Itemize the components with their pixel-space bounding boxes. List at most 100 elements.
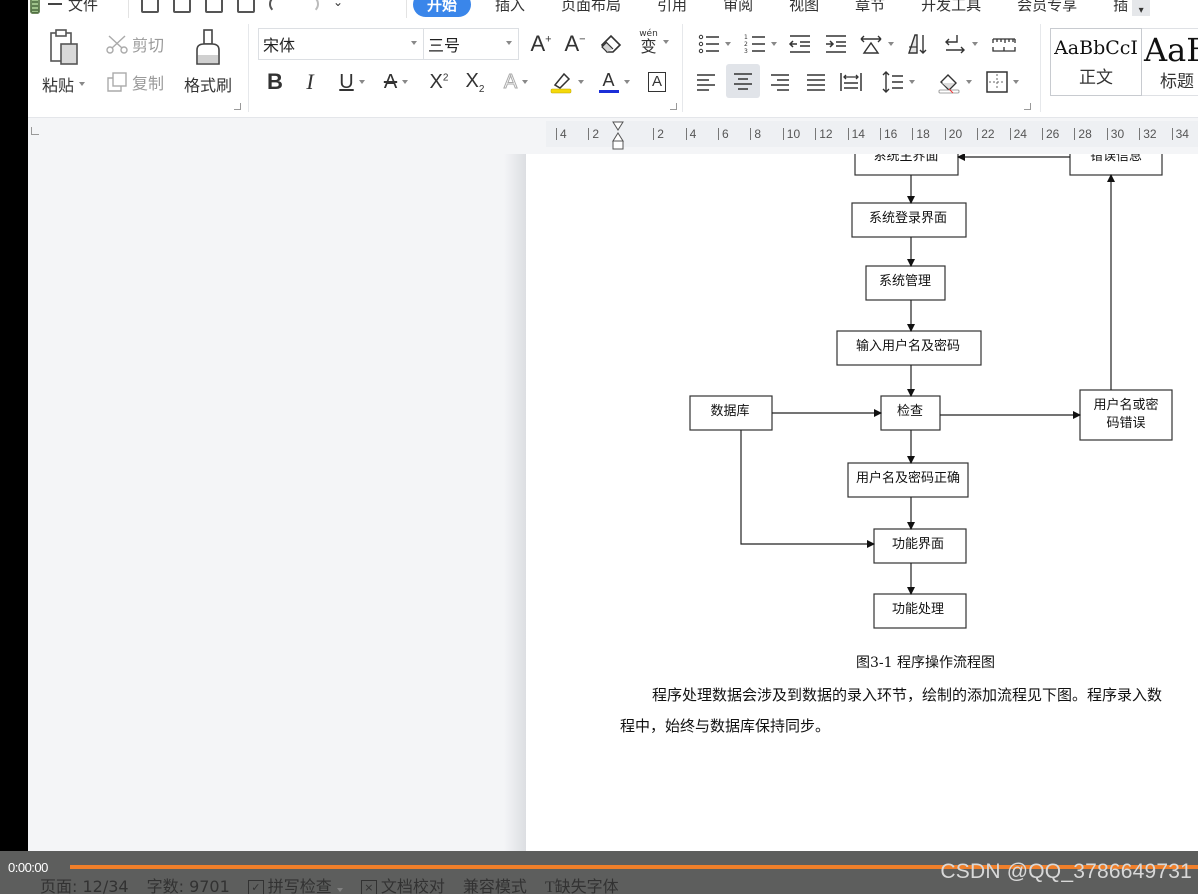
- missing-fonts-button[interactable]: T缺失字体: [545, 873, 619, 894]
- cut-label: 剪切: [132, 36, 165, 55]
- node-function-ui: 功能界面: [873, 528, 967, 564]
- chevron-down-icon: [662, 40, 669, 44]
- tab-insert[interactable]: 插入: [477, 0, 543, 15]
- sort-button[interactable]: [904, 30, 932, 58]
- paste-icon: [49, 29, 78, 65]
- font-dialog-launcher[interactable]: [670, 103, 677, 110]
- doc-proof-button[interactable]: × 文档校对: [360, 873, 445, 894]
- svg-text:检查: 检查: [897, 404, 923, 419]
- underline-button[interactable]: U: [332, 68, 372, 96]
- character-border-button[interactable]: A: [644, 68, 670, 96]
- print-icon[interactable]: [205, 0, 223, 13]
- chevron-down-icon: [971, 42, 978, 46]
- line-spacing-button[interactable]: [878, 66, 918, 98]
- paste-button[interactable]: 粘贴: [42, 28, 86, 96]
- font-color-button[interactable]: A: [594, 68, 634, 96]
- ruler-tick: 18: [912, 127, 929, 141]
- style-normal[interactable]: AaBbCcI 正文: [1050, 28, 1142, 96]
- clear-format-button[interactable]: [598, 30, 624, 58]
- tab-view[interactable]: 视图: [771, 0, 837, 15]
- show-hide-marks-button[interactable]: [940, 30, 980, 58]
- cut-button[interactable]: 剪切: [106, 32, 164, 56]
- node-main-ui: 系统主界面: [854, 154, 959, 176]
- align-right-button[interactable]: [766, 66, 794, 98]
- font-size-select[interactable]: 三号: [423, 28, 519, 60]
- file-menu[interactable]: 文件: [48, 0, 98, 18]
- paragraph-dialog-launcher[interactable]: [1024, 103, 1031, 110]
- chevron-down-icon: [724, 42, 731, 46]
- decrease-indent-button[interactable]: [786, 30, 814, 58]
- highlighter-icon: [550, 72, 571, 94]
- page-edge: [504, 154, 526, 854]
- numbering-button[interactable]: 123: [742, 30, 778, 58]
- tab-references[interactable]: 引用: [639, 0, 705, 15]
- strikethrough-button[interactable]: A: [376, 68, 416, 96]
- align-left-button[interactable]: [692, 66, 720, 98]
- shading-button[interactable]: [934, 66, 974, 98]
- text-effect-button[interactable]: A: [498, 68, 534, 96]
- tab-stop-selector[interactable]: [31, 127, 39, 135]
- format-painter-button[interactable]: 格式刷: [184, 28, 232, 96]
- horizontal-ruler[interactable]: 422468101214161820222426283032343: [546, 121, 1198, 150]
- justify-button[interactable]: [802, 66, 830, 98]
- export-pdf-icon[interactable]: [173, 0, 191, 13]
- font-name-select[interactable]: 宋体: [258, 28, 424, 60]
- bold-button[interactable]: B: [262, 68, 288, 96]
- bullet-list-icon: [698, 34, 719, 54]
- bullets-button[interactable]: [696, 30, 732, 58]
- watermark: CSDN @QQ_3786649731: [940, 860, 1192, 883]
- shrink-font-button[interactable]: A−: [562, 30, 588, 58]
- tab-home[interactable]: 开始: [413, 0, 472, 17]
- tab-plugin[interactable]: 插: [1095, 0, 1128, 15]
- underline-icon: U: [339, 70, 354, 93]
- save-icon[interactable]: [141, 0, 159, 13]
- ruler-icon: [992, 38, 1016, 52]
- phonetic-guide-button[interactable]: wén 变: [634, 28, 674, 56]
- tab-developer[interactable]: 开发工具: [903, 0, 999, 15]
- grow-font-icon: A+: [530, 31, 552, 56]
- redo-icon[interactable]: [301, 0, 319, 13]
- italic-button[interactable]: I: [298, 68, 322, 96]
- highlight-color-button[interactable]: [546, 68, 586, 96]
- grow-font-button[interactable]: A+: [528, 30, 554, 58]
- style-heading[interactable]: AaB 标题: [1142, 28, 1198, 96]
- align-left-icon: [697, 74, 715, 91]
- node-function-process: 功能处理: [873, 593, 967, 629]
- svg-text:输入用户名及密码: 输入用户名及密码: [856, 338, 960, 354]
- status-word-count[interactable]: 字数: 9701: [147, 873, 230, 894]
- undo-icon[interactable]: [269, 0, 287, 13]
- align-center-button[interactable]: [726, 64, 760, 98]
- table-ruler-button[interactable]: [988, 30, 1020, 58]
- print-preview-icon[interactable]: [237, 0, 255, 13]
- indent-marker-icon[interactable]: [612, 121, 624, 151]
- status-page[interactable]: 页面: 12/34: [40, 873, 129, 894]
- flowchart-diagram: 系统主界面 错误信息 系统登录界面 系统管理 输入用户名及密码 数据库 检查 用…: [689, 154, 1173, 629]
- format-painter-label: 格式刷: [184, 76, 233, 95]
- copy-button[interactable]: 复制: [106, 70, 164, 94]
- borders-button[interactable]: [982, 66, 1022, 98]
- distributed-button[interactable]: [836, 66, 866, 98]
- character-border-icon: A: [647, 72, 666, 92]
- copy-icon: [107, 72, 127, 92]
- menu-bar: 文件 ⌄ 开始 插入 页面布局 引用 审阅 视图 章节 开发工具 会员专享 插 …: [28, 0, 1198, 18]
- spell-check-button[interactable]: ✓ 拼写检查: [247, 873, 343, 894]
- line-spacing-icon: [882, 71, 903, 93]
- clipboard-dialog-launcher[interactable]: [234, 103, 241, 110]
- chinese-layout-button[interactable]: [858, 30, 894, 58]
- font-group: 宋体 三号 A+ A− wén 变 B I U A X2 X2 A A A: [250, 18, 680, 118]
- subscript-button[interactable]: X2: [460, 68, 490, 96]
- ruler-tick: 4: [556, 127, 567, 141]
- tabs-overflow-button[interactable]: ▾: [1132, 0, 1151, 16]
- tab-page-layout[interactable]: 页面布局: [543, 0, 639, 15]
- copy-label: 复制: [132, 74, 165, 93]
- quick-access-more-icon[interactable]: ⌄: [333, 0, 343, 13]
- increase-indent-button[interactable]: [822, 30, 850, 58]
- format-painter-icon: [196, 29, 220, 65]
- document-page[interactable]: 系统主界面 错误信息 系统登录界面 系统管理 输入用户名及密码 数据库 检查 用…: [526, 154, 1198, 854]
- tab-member[interactable]: 会员专享: [999, 0, 1095, 15]
- tab-section[interactable]: 章节: [837, 0, 903, 15]
- decrease-indent-icon: [788, 35, 810, 53]
- ruler-tick: 2: [653, 127, 664, 141]
- superscript-button[interactable]: X2: [424, 68, 454, 96]
- tab-review[interactable]: 审阅: [705, 0, 771, 15]
